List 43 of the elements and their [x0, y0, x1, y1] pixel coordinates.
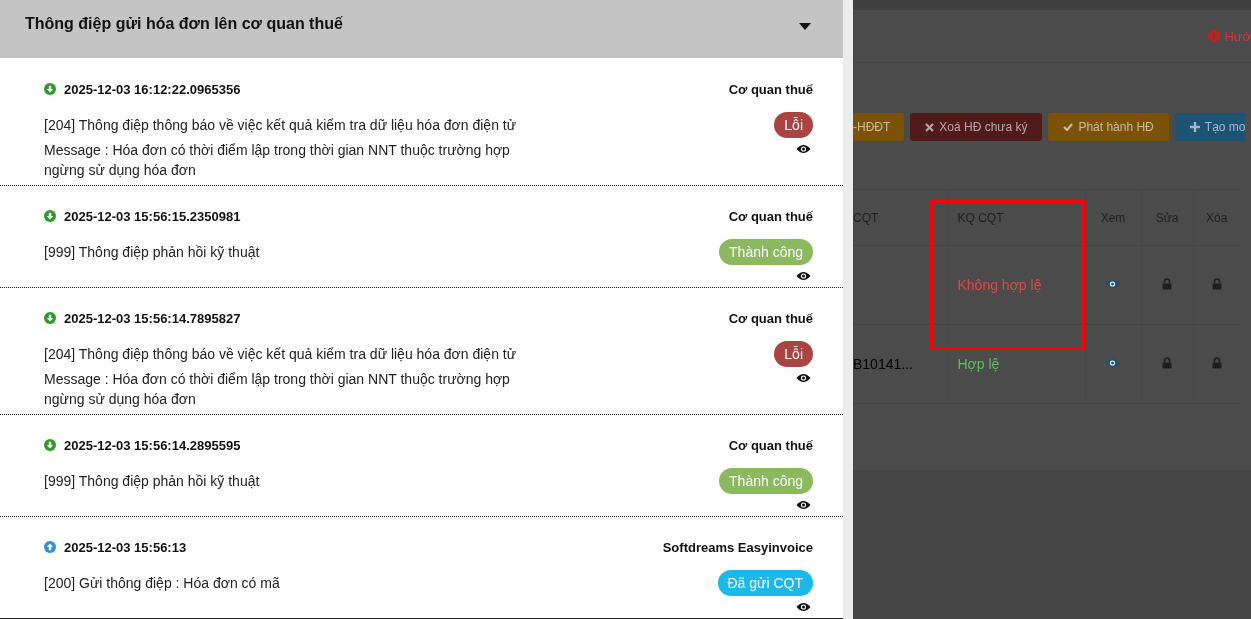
table-cell: B10141... [853, 324, 947, 404]
scrollbar[interactable] [843, 0, 853, 619]
view-icon[interactable] [796, 500, 811, 510]
message-time: 2025-12-03 15:56:15.2350981 [64, 208, 241, 224]
caret-icon[interactable] [799, 22, 811, 30]
message-time: 2025-12-03 15:56:13 [64, 539, 187, 555]
message-detail: Message : Hóa đơn có thời điểm lập trong thời gian NNT thuộc trường hợp ngừng sử dụng hóa đơn [44, 370, 511, 409]
message-time: 2025-12-03 15:56:14.7895827 [64, 310, 241, 326]
toolbar-button[interactable]: Xoá HĐ chưa ký [910, 113, 1043, 141]
message-source: Cơ quan thuế [728, 310, 813, 326]
view-icon[interactable] [796, 373, 811, 383]
message-source: Cơ quan thuế [728, 81, 813, 97]
message-title: [999] Thông điệp phản hồi kỹ thuật [44, 243, 261, 262]
view-icon[interactable] [796, 271, 811, 281]
message-title: [204] Thông điệp thông báo về việc kết quả kiểm tra dữ liệu hóa đơn điện tử [44, 345, 518, 364]
close-icon [925, 122, 935, 132]
result-cell: Không hợp lệ [947, 245, 1085, 325]
view-icon[interactable] [1104, 357, 1120, 368]
status-badge: Lỗi [774, 112, 813, 138]
result-cell: Hợp lệ [947, 324, 1085, 404]
status-badge: Lỗi [774, 341, 813, 367]
panel-header[interactable]: Thông điệp gửi hóa đơn lên cơ quan thuế [0, 0, 843, 58]
toolbar-button[interactable]: Phát hành HĐ [1048, 113, 1169, 141]
plus-icon [1189, 122, 1200, 132]
message-title: [999] Thông điệp phản hồi kỹ thuật [44, 472, 261, 491]
message-source: Softdreams Easyinvoice [662, 539, 813, 555]
message-time: 2025-12-03 16:12:22.0965356 [64, 81, 241, 97]
status-badge: Thành công [719, 468, 813, 494]
toolbar-button[interactable]: -HĐĐT [853, 113, 905, 141]
message-detail: Message : Hóa đơn có thời điểm lập trong thời gian NNT thuộc trường hợp ngừng sử dụng hóa đơn [44, 141, 511, 180]
status-badge: Đã gửi CQT [717, 570, 813, 596]
panel-title: Thông điệp gửi hóa đơn lên cơ quan thuế [25, 15, 343, 33]
message-title: [204] Thông điệp thông báo về việc kết quả kiểm tra dữ liệu hóa đơn điện tử [44, 116, 518, 135]
status-badge: Thành công [719, 239, 813, 265]
toolbar-button[interactable]: Tạo mo [1174, 113, 1246, 141]
view-icon[interactable] [796, 144, 811, 154]
message-source: Cơ quan thuế [728, 208, 813, 224]
message-time: 2025-12-03 15:56:14.2895595 [64, 437, 241, 453]
view-icon[interactable] [1104, 278, 1120, 289]
check-icon [1063, 123, 1074, 131]
message-title: [200] Gửi thông điệp : Hóa đơn có mã [44, 574, 281, 593]
view-icon[interactable] [796, 602, 811, 612]
message-source: Cơ quan thuế [728, 437, 813, 453]
